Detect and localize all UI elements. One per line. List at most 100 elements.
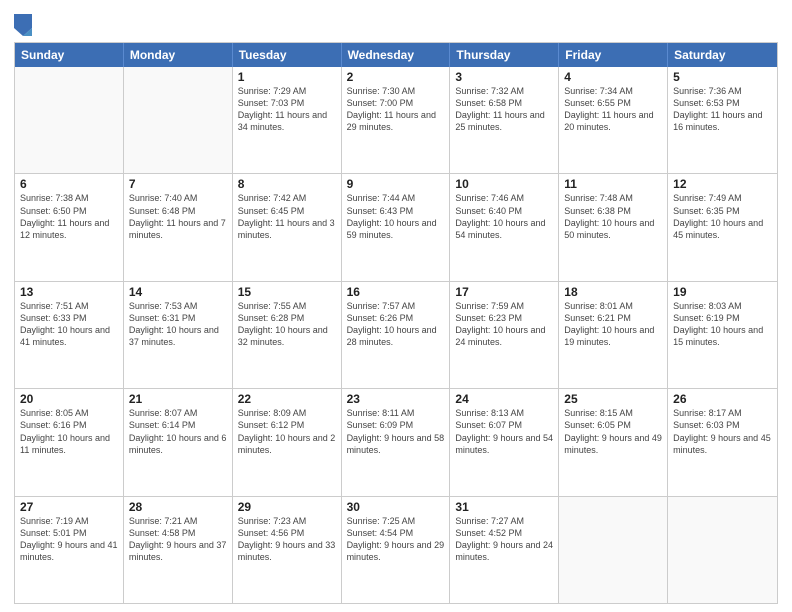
- cell-info: Sunrise: 7:36 AM Sunset: 6:53 PM Dayligh…: [673, 85, 772, 134]
- cell-info: Sunrise: 7:46 AM Sunset: 6:40 PM Dayligh…: [455, 192, 553, 241]
- cell-info: Sunrise: 8:13 AM Sunset: 6:07 PM Dayligh…: [455, 407, 553, 456]
- day-cell-9: 9Sunrise: 7:44 AM Sunset: 6:43 PM Daylig…: [342, 174, 451, 280]
- day-number: 13: [20, 285, 118, 299]
- day-number: 19: [673, 285, 772, 299]
- calendar-row-4: 20Sunrise: 8:05 AM Sunset: 6:16 PM Dayli…: [15, 388, 777, 495]
- empty-cell: [668, 497, 777, 603]
- day-cell-6: 6Sunrise: 7:38 AM Sunset: 6:50 PM Daylig…: [15, 174, 124, 280]
- day-number: 30: [347, 500, 445, 514]
- header-cell-sunday: Sunday: [15, 43, 124, 67]
- calendar: SundayMondayTuesdayWednesdayThursdayFrid…: [14, 42, 778, 604]
- day-number: 31: [455, 500, 553, 514]
- cell-info: Sunrise: 7:29 AM Sunset: 7:03 PM Dayligh…: [238, 85, 336, 134]
- day-cell-12: 12Sunrise: 7:49 AM Sunset: 6:35 PM Dayli…: [668, 174, 777, 280]
- day-number: 27: [20, 500, 118, 514]
- day-cell-23: 23Sunrise: 8:11 AM Sunset: 6:09 PM Dayli…: [342, 389, 451, 495]
- day-cell-16: 16Sunrise: 7:57 AM Sunset: 6:26 PM Dayli…: [342, 282, 451, 388]
- header-cell-friday: Friday: [559, 43, 668, 67]
- day-cell-10: 10Sunrise: 7:46 AM Sunset: 6:40 PM Dayli…: [450, 174, 559, 280]
- cell-info: Sunrise: 7:25 AM Sunset: 4:54 PM Dayligh…: [347, 515, 445, 564]
- day-cell-4: 4Sunrise: 7:34 AM Sunset: 6:55 PM Daylig…: [559, 67, 668, 173]
- page: SundayMondayTuesdayWednesdayThursdayFrid…: [0, 0, 792, 612]
- day-cell-20: 20Sunrise: 8:05 AM Sunset: 6:16 PM Dayli…: [15, 389, 124, 495]
- day-cell-5: 5Sunrise: 7:36 AM Sunset: 6:53 PM Daylig…: [668, 67, 777, 173]
- day-number: 6: [20, 177, 118, 191]
- day-cell-18: 18Sunrise: 8:01 AM Sunset: 6:21 PM Dayli…: [559, 282, 668, 388]
- calendar-header-row: SundayMondayTuesdayWednesdayThursdayFrid…: [15, 43, 777, 67]
- cell-info: Sunrise: 8:03 AM Sunset: 6:19 PM Dayligh…: [673, 300, 772, 349]
- day-cell-21: 21Sunrise: 8:07 AM Sunset: 6:14 PM Dayli…: [124, 389, 233, 495]
- day-cell-27: 27Sunrise: 7:19 AM Sunset: 5:01 PM Dayli…: [15, 497, 124, 603]
- cell-info: Sunrise: 7:51 AM Sunset: 6:33 PM Dayligh…: [20, 300, 118, 349]
- cell-info: Sunrise: 7:27 AM Sunset: 4:52 PM Dayligh…: [455, 515, 553, 564]
- day-number: 15: [238, 285, 336, 299]
- cell-info: Sunrise: 7:49 AM Sunset: 6:35 PM Dayligh…: [673, 192, 772, 241]
- cell-info: Sunrise: 8:05 AM Sunset: 6:16 PM Dayligh…: [20, 407, 118, 456]
- day-cell-8: 8Sunrise: 7:42 AM Sunset: 6:45 PM Daylig…: [233, 174, 342, 280]
- cell-info: Sunrise: 8:09 AM Sunset: 6:12 PM Dayligh…: [238, 407, 336, 456]
- day-cell-3: 3Sunrise: 7:32 AM Sunset: 6:58 PM Daylig…: [450, 67, 559, 173]
- cell-info: Sunrise: 8:15 AM Sunset: 6:05 PM Dayligh…: [564, 407, 662, 456]
- cell-info: Sunrise: 7:59 AM Sunset: 6:23 PM Dayligh…: [455, 300, 553, 349]
- cell-info: Sunrise: 8:07 AM Sunset: 6:14 PM Dayligh…: [129, 407, 227, 456]
- header-cell-monday: Monday: [124, 43, 233, 67]
- empty-cell: [124, 67, 233, 173]
- cell-info: Sunrise: 7:55 AM Sunset: 6:28 PM Dayligh…: [238, 300, 336, 349]
- cell-info: Sunrise: 7:44 AM Sunset: 6:43 PM Dayligh…: [347, 192, 445, 241]
- day-number: 17: [455, 285, 553, 299]
- day-number: 24: [455, 392, 553, 406]
- day-number: 11: [564, 177, 662, 191]
- calendar-row-3: 13Sunrise: 7:51 AM Sunset: 6:33 PM Dayli…: [15, 281, 777, 388]
- day-cell-15: 15Sunrise: 7:55 AM Sunset: 6:28 PM Dayli…: [233, 282, 342, 388]
- cell-info: Sunrise: 7:40 AM Sunset: 6:48 PM Dayligh…: [129, 192, 227, 241]
- day-number: 9: [347, 177, 445, 191]
- day-cell-7: 7Sunrise: 7:40 AM Sunset: 6:48 PM Daylig…: [124, 174, 233, 280]
- cell-info: Sunrise: 7:42 AM Sunset: 6:45 PM Dayligh…: [238, 192, 336, 241]
- day-number: 7: [129, 177, 227, 191]
- day-number: 5: [673, 70, 772, 84]
- day-cell-17: 17Sunrise: 7:59 AM Sunset: 6:23 PM Dayli…: [450, 282, 559, 388]
- logo: [14, 14, 34, 36]
- day-number: 16: [347, 285, 445, 299]
- day-number: 23: [347, 392, 445, 406]
- header-cell-wednesday: Wednesday: [342, 43, 451, 67]
- day-cell-1: 1Sunrise: 7:29 AM Sunset: 7:03 PM Daylig…: [233, 67, 342, 173]
- day-cell-25: 25Sunrise: 8:15 AM Sunset: 6:05 PM Dayli…: [559, 389, 668, 495]
- day-number: 25: [564, 392, 662, 406]
- header-cell-thursday: Thursday: [450, 43, 559, 67]
- cell-info: Sunrise: 8:01 AM Sunset: 6:21 PM Dayligh…: [564, 300, 662, 349]
- cell-info: Sunrise: 7:34 AM Sunset: 6:55 PM Dayligh…: [564, 85, 662, 134]
- day-cell-30: 30Sunrise: 7:25 AM Sunset: 4:54 PM Dayli…: [342, 497, 451, 603]
- day-number: 3: [455, 70, 553, 84]
- day-cell-2: 2Sunrise: 7:30 AM Sunset: 7:00 PM Daylig…: [342, 67, 451, 173]
- cell-info: Sunrise: 7:19 AM Sunset: 5:01 PM Dayligh…: [20, 515, 118, 564]
- calendar-row-5: 27Sunrise: 7:19 AM Sunset: 5:01 PM Dayli…: [15, 496, 777, 603]
- day-cell-31: 31Sunrise: 7:27 AM Sunset: 4:52 PM Dayli…: [450, 497, 559, 603]
- day-number: 22: [238, 392, 336, 406]
- day-cell-11: 11Sunrise: 7:48 AM Sunset: 6:38 PM Dayli…: [559, 174, 668, 280]
- cell-info: Sunrise: 7:38 AM Sunset: 6:50 PM Dayligh…: [20, 192, 118, 241]
- day-number: 12: [673, 177, 772, 191]
- day-number: 8: [238, 177, 336, 191]
- day-cell-26: 26Sunrise: 8:17 AM Sunset: 6:03 PM Dayli…: [668, 389, 777, 495]
- cell-info: Sunrise: 7:21 AM Sunset: 4:58 PM Dayligh…: [129, 515, 227, 564]
- day-number: 4: [564, 70, 662, 84]
- calendar-row-1: 1Sunrise: 7:29 AM Sunset: 7:03 PM Daylig…: [15, 67, 777, 173]
- cell-info: Sunrise: 7:30 AM Sunset: 7:00 PM Dayligh…: [347, 85, 445, 134]
- day-number: 20: [20, 392, 118, 406]
- day-cell-14: 14Sunrise: 7:53 AM Sunset: 6:31 PM Dayli…: [124, 282, 233, 388]
- calendar-row-2: 6Sunrise: 7:38 AM Sunset: 6:50 PM Daylig…: [15, 173, 777, 280]
- header: [14, 10, 778, 36]
- logo-icon: [14, 14, 32, 36]
- cell-info: Sunrise: 7:32 AM Sunset: 6:58 PM Dayligh…: [455, 85, 553, 134]
- empty-cell: [559, 497, 668, 603]
- day-cell-24: 24Sunrise: 8:13 AM Sunset: 6:07 PM Dayli…: [450, 389, 559, 495]
- cell-info: Sunrise: 8:17 AM Sunset: 6:03 PM Dayligh…: [673, 407, 772, 456]
- day-cell-19: 19Sunrise: 8:03 AM Sunset: 6:19 PM Dayli…: [668, 282, 777, 388]
- day-cell-29: 29Sunrise: 7:23 AM Sunset: 4:56 PM Dayli…: [233, 497, 342, 603]
- day-number: 28: [129, 500, 227, 514]
- cell-info: Sunrise: 7:53 AM Sunset: 6:31 PM Dayligh…: [129, 300, 227, 349]
- day-number: 18: [564, 285, 662, 299]
- day-number: 1: [238, 70, 336, 84]
- day-number: 21: [129, 392, 227, 406]
